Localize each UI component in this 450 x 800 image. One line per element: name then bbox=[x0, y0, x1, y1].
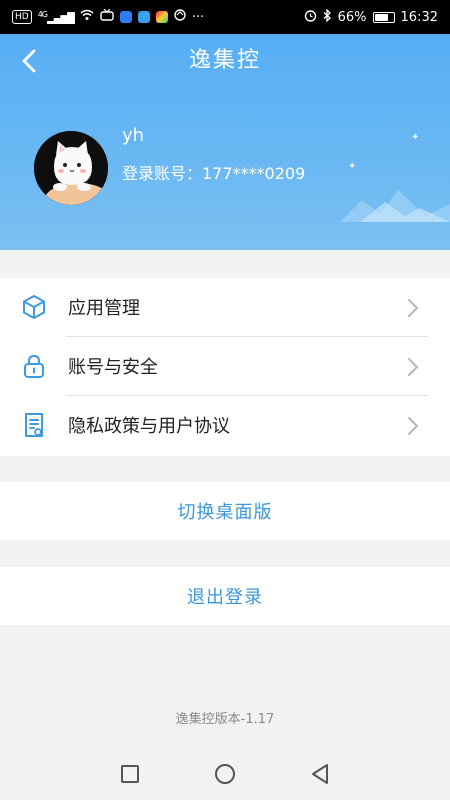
menu-item-privacy-policy[interactable]: 隐私政策与用户协议 bbox=[0, 396, 450, 454]
menu-item-account-security[interactable]: 账号与安全 bbox=[0, 337, 450, 395]
speed-app-icon bbox=[174, 9, 186, 25]
menu-item-label: 账号与安全 bbox=[68, 357, 158, 378]
battery-percent: 66% bbox=[337, 9, 367, 25]
profile-header: 逸集控 ✦ ✦ yh 登录账号：177****0209 bbox=[0, 34, 450, 250]
menu-item-label: 应用管理 bbox=[68, 298, 140, 319]
chevron-right-icon bbox=[408, 299, 419, 317]
chevron-right-icon bbox=[408, 417, 419, 435]
avatar[interactable] bbox=[34, 131, 108, 205]
cube-icon bbox=[23, 295, 45, 319]
colorful-app-icon bbox=[155, 11, 168, 23]
network-type: 4G bbox=[37, 9, 48, 19]
version-text: 逸集控版本-1.17 bbox=[175, 712, 275, 727]
settings-menu: 应用管理 账号与安全 隐私政策与用户协议 bbox=[0, 278, 450, 456]
wifi-icon bbox=[80, 9, 94, 25]
signal-icon: 4G▂▄▆█ bbox=[37, 9, 75, 25]
logout-button[interactable]: 退出登录 bbox=[0, 567, 450, 625]
clock: 16:32 bbox=[400, 9, 438, 25]
menu-item-app-management[interactable]: 应用管理 bbox=[0, 278, 450, 336]
username: yh bbox=[122, 125, 145, 146]
account-number: 登录账号：177****0209 bbox=[122, 164, 306, 183]
mountain-decoration bbox=[340, 190, 450, 222]
back-nav-button[interactable] bbox=[308, 762, 332, 786]
tv-app-icon bbox=[100, 8, 114, 25]
status-bar-right: 66% 16:32 bbox=[304, 7, 438, 26]
alarm-icon bbox=[304, 9, 317, 26]
switch-desktop-button[interactable]: 切换桌面版 bbox=[0, 482, 450, 540]
battery-icon bbox=[372, 11, 395, 23]
system-navigation-bar bbox=[0, 748, 450, 800]
lock-icon bbox=[24, 354, 44, 378]
page-title: 逸集控 bbox=[188, 48, 261, 73]
qq-browser-app-icon bbox=[119, 11, 132, 23]
sparkle-icon: ✦ bbox=[411, 132, 420, 143]
menu-item-label: 隐私政策与用户协议 bbox=[68, 416, 230, 437]
switch-desktop-label: 切换桌面版 bbox=[177, 502, 273, 523]
home-button[interactable] bbox=[213, 762, 237, 786]
battery-level bbox=[374, 13, 388, 21]
recent-apps-button[interactable] bbox=[118, 762, 142, 786]
cat-avatar-icon bbox=[34, 131, 108, 205]
hd-badge: HD bbox=[12, 10, 32, 24]
sparkle-icon: ✦ bbox=[348, 161, 357, 172]
logout-label: 退出登录 bbox=[187, 587, 263, 608]
status-bar-left: HD 4G▂▄▆█ ··· bbox=[12, 8, 205, 25]
mail-app-icon bbox=[137, 11, 150, 23]
status-bar: HD 4G▂▄▆█ ··· 66% 16:32 bbox=[0, 0, 450, 34]
chevron-right-icon bbox=[408, 358, 419, 376]
document-icon bbox=[25, 413, 43, 437]
bluetooth-icon bbox=[323, 7, 332, 26]
more-notifications: ··· bbox=[191, 9, 205, 25]
